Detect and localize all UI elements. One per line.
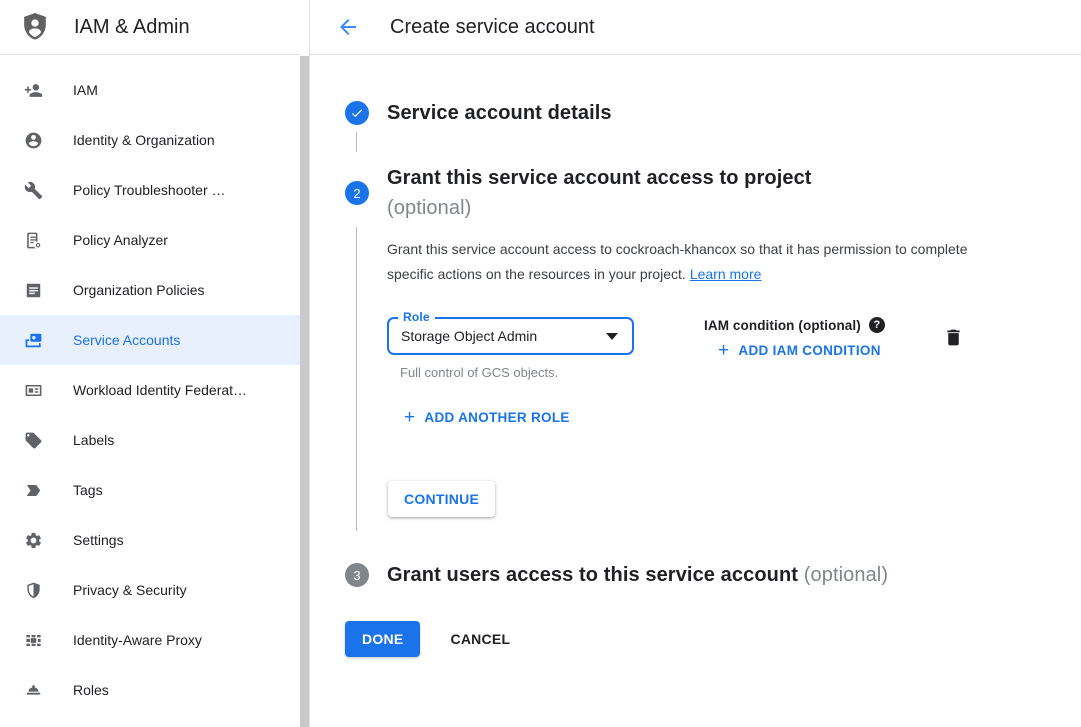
- step3-title: Grant users access to this service accou…: [387, 561, 888, 589]
- add-iam-condition-button[interactable]: + ADD IAM CONDITION: [718, 343, 885, 358]
- card-membership-icon: [24, 381, 43, 400]
- sidebar-item-labels[interactable]: Labels: [0, 415, 300, 465]
- label-important-icon: [24, 481, 43, 500]
- sidebar-item-label: Roles: [73, 682, 109, 698]
- sidebar-item-privacy-security[interactable]: Privacy & Security: [0, 565, 300, 615]
- step2-header: 2 Grant this service account access to p…: [345, 163, 1046, 223]
- sidebar-item-iam[interactable]: IAM: [0, 65, 300, 115]
- iam-condition-block: IAM condition (optional) ? + ADD IAM CON…: [704, 317, 885, 358]
- role-selected-value: Storage Object Admin: [401, 328, 606, 344]
- help-icon[interactable]: ?: [869, 317, 885, 333]
- sidebar-scrollbar: [300, 0, 310, 727]
- role-row: Role Storage Object Admin Full control o…: [387, 317, 1046, 380]
- continue-button[interactable]: CONTINUE: [388, 481, 495, 517]
- page-title: Create service account: [390, 16, 595, 39]
- delete-role-button[interactable]: [943, 327, 964, 353]
- step2-body: Grant this service account access to coc…: [387, 223, 1046, 541]
- sidebar-item-label: Tags: [73, 482, 103, 498]
- sidebar-item-policy-analyzer[interactable]: Policy Analyzer: [0, 215, 300, 265]
- policy-analyzer-icon: [24, 231, 43, 250]
- step2-title: Grant this service account access to pro…: [387, 163, 812, 223]
- iam-condition-label-row: IAM condition (optional) ?: [704, 317, 885, 333]
- sidebar-header: IAM & Admin: [0, 0, 300, 55]
- account-circle-icon: [24, 131, 43, 150]
- sidebar: IAM & Admin IAM Identity & Organization …: [0, 0, 300, 727]
- add-another-role-button[interactable]: + ADD ANOTHER ROLE: [404, 410, 1046, 425]
- step1-indicator: [345, 101, 387, 125]
- sidebar-item-tags[interactable]: Tags: [0, 465, 300, 515]
- sidebar-item-organization-policies[interactable]: Organization Policies: [0, 265, 300, 315]
- app-title: IAM & Admin: [74, 16, 190, 39]
- plus-icon: +: [718, 344, 729, 358]
- dropdown-caret-icon: [606, 333, 618, 340]
- sidebar-item-roles[interactable]: Roles: [0, 665, 300, 715]
- stepper-content: Service account details 2 Grant this ser…: [310, 55, 1081, 727]
- role-select[interactable]: Role Storage Object Admin: [387, 317, 634, 355]
- service-account-icon: [24, 331, 43, 350]
- back-arrow-icon[interactable]: [336, 15, 360, 39]
- sidebar-item-label: Workload Identity Federat…: [73, 382, 247, 398]
- step1-complete-check-icon: [345, 101, 369, 125]
- role-field-wrap: Role Storage Object Admin Full control o…: [387, 317, 634, 380]
- tag-icon: [24, 431, 43, 450]
- iam-condition-label: IAM condition (optional): [704, 318, 861, 333]
- add-another-role-label: ADD ANOTHER ROLE: [424, 410, 569, 425]
- sidebar-item-label: Organization Policies: [73, 282, 205, 298]
- sidebar-item-service-accounts[interactable]: Service Accounts: [0, 315, 300, 365]
- sidebar-item-label: Policy Troubleshooter …: [73, 182, 226, 198]
- step3-optional-label: (optional): [804, 564, 888, 586]
- plus-icon: +: [404, 411, 415, 425]
- hat-icon: [24, 681, 43, 700]
- learn-more-link[interactable]: Learn more: [690, 266, 762, 282]
- sidebar-item-label: Service Accounts: [73, 332, 180, 348]
- step2-description: Grant this service account access to coc…: [387, 237, 988, 287]
- step1-title: Service account details: [387, 99, 612, 127]
- form-actions: DONE CANCEL: [345, 621, 1046, 657]
- trash-icon: [943, 335, 964, 352]
- sidebar-item-identity-aware-proxy[interactable]: Identity-Aware Proxy: [0, 615, 300, 665]
- step-connector: [345, 127, 1046, 157]
- gear-icon: [24, 531, 43, 550]
- step3-indicator: 3: [345, 563, 387, 587]
- scrollbar-thumb[interactable]: [300, 56, 309, 727]
- sidebar-item-label: Policy Analyzer: [73, 232, 168, 248]
- sidebar-item-label: Identity-Aware Proxy: [73, 632, 202, 648]
- done-button[interactable]: DONE: [345, 621, 420, 657]
- person-add-icon: [24, 81, 43, 100]
- role-helper-text: Full control of GCS objects.: [387, 365, 634, 380]
- iam-admin-console: IAM & Admin IAM Identity & Organization …: [0, 0, 1081, 727]
- sidebar-item-label: Identity & Organization: [73, 132, 215, 148]
- step3-number-badge: 3: [345, 563, 369, 587]
- page-header: Create service account: [310, 0, 1081, 55]
- cancel-button[interactable]: CANCEL: [450, 631, 510, 647]
- sidebar-item-label: Privacy & Security: [73, 582, 187, 598]
- sidebar-item-policy-troubleshooter[interactable]: Policy Troubleshooter …: [0, 165, 300, 215]
- sidebar-item-settings[interactable]: Settings: [0, 515, 300, 565]
- step2-description-text: Grant this service account access to coc…: [387, 241, 968, 282]
- sidebar-item-workload-identity-federation[interactable]: Workload Identity Federat…: [0, 365, 300, 415]
- article-icon: [24, 281, 43, 300]
- sidebar-item-label: IAM: [73, 82, 98, 98]
- step1-header: Service account details: [345, 99, 1046, 127]
- sidebar-nav: IAM Identity & Organization Policy Troub…: [0, 55, 300, 715]
- step2-body-row: Grant this service account access to coc…: [345, 223, 1046, 541]
- step2-optional-label: (optional): [387, 193, 812, 223]
- sidebar-item-identity-organization[interactable]: Identity & Organization: [0, 115, 300, 165]
- sidebar-item-label: Labels: [73, 432, 114, 448]
- step3-header: 3 Grant users access to this service acc…: [345, 561, 1046, 589]
- iam-shield-logo-icon: [22, 13, 48, 41]
- step2-rail: [345, 223, 387, 541]
- step2-indicator: 2: [345, 181, 387, 205]
- proxy-icon: [24, 631, 43, 650]
- step2-title-text: Grant this service account access to pro…: [387, 163, 812, 193]
- sidebar-item-label: Settings: [73, 532, 124, 548]
- add-iam-condition-label: ADD IAM CONDITION: [738, 343, 880, 358]
- role-field-label: Role: [398, 310, 435, 324]
- shield-half-icon: [24, 581, 43, 600]
- step3-title-text: Grant users access to this service accou…: [387, 564, 798, 586]
- step2-number-badge: 2: [345, 181, 369, 205]
- wrench-icon: [24, 181, 43, 200]
- main-panel: Create service account Service account d…: [310, 0, 1081, 727]
